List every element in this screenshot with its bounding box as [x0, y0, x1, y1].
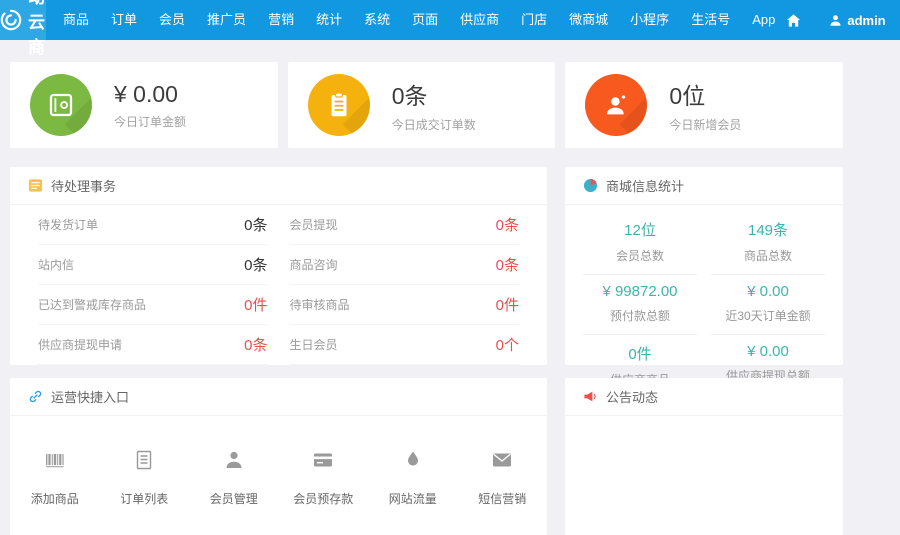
task-row-site-message[interactable]: 站内信 0条: [38, 245, 268, 285]
pending-tasks-header: 待处理事务: [10, 167, 547, 205]
shortcut-member-manage[interactable]: 会员管理: [189, 448, 279, 507]
menu-item-app[interactable]: App: [741, 0, 786, 40]
mall-stats-title: 商城信息统计: [606, 176, 684, 195]
stat-cards-row: ¥ 0.00 今日订单金额 0条 今日成交订单数: [10, 62, 843, 148]
menu-item-goods[interactable]: 商品: [52, 0, 100, 40]
today-deal-orders-value: 0条: [392, 77, 476, 111]
quick-entry-header: 运营快捷入口: [10, 378, 547, 416]
home-icon[interactable]: [786, 13, 801, 28]
pending-tasks-panel: 待处理事务 待发货订单 0条 会员提现 0条 站内信 0条 商品咨询 0条: [10, 167, 547, 365]
shortcut-sms-marketing[interactable]: 短信营销: [458, 448, 548, 507]
note-icon: [28, 178, 43, 193]
menu-item-miniprogram[interactable]: 小程序: [619, 0, 680, 40]
task-value: 0条: [244, 334, 267, 355]
menu-item-marketing[interactable]: 营销: [257, 0, 305, 40]
stat-total-members: 12位 会员总数: [583, 211, 697, 275]
navbar-right: admin: [786, 13, 900, 28]
pending-tasks-title: 待处理事务: [51, 176, 116, 195]
bank-card-icon: [279, 448, 369, 472]
task-row-pending-shipment[interactable]: 待发货订单 0条: [38, 205, 268, 245]
logo[interactable]: 移动云商城: [0, 0, 46, 40]
task-value: 0件: [244, 294, 267, 315]
menu-item-pages[interactable]: 页面: [401, 0, 449, 40]
task-row-birthday-members[interactable]: 生日会员 0个: [290, 325, 520, 365]
menu-item-lifenumber[interactable]: 生活号: [680, 0, 741, 40]
today-order-amount-label: 今日订单金额: [114, 113, 186, 130]
water-drop-icon: [368, 448, 458, 472]
link-icon: [28, 389, 43, 404]
mall-stats-header: 商城信息统计: [565, 167, 843, 205]
main-menu: 商品 订单 会员 推广员 营销 统计 系统 页面 供应商 门店 微商城 小程序 …: [52, 0, 786, 40]
task-row-member-withdraw[interactable]: 会员提现 0条: [290, 205, 520, 245]
task-value: 0条: [244, 254, 267, 275]
menu-item-system[interactable]: 系统: [353, 0, 401, 40]
envelope-icon: [458, 448, 548, 472]
stat-grid: 12位 会员总数 149条 商品总数 ¥ 99872.00 预付款总额 ¥ 0.…: [565, 205, 843, 398]
clipboard-icon: [308, 74, 370, 136]
user-name: admin: [847, 13, 885, 28]
task-value: 0条: [244, 214, 267, 235]
today-deal-orders-label: 今日成交订单数: [392, 116, 476, 133]
notice-header: 公告动态: [565, 378, 843, 416]
megaphone-icon: [583, 389, 598, 404]
menu-item-promoter[interactable]: 推广员: [196, 0, 257, 40]
card-today-new-members: 0位 今日新增会员: [565, 62, 843, 148]
task-value: 0件: [496, 294, 519, 315]
card-today-order-amount: ¥ 0.00 今日订单金额: [10, 62, 278, 148]
shortcut-order-list[interactable]: 订单列表: [100, 448, 190, 507]
task-value: 0条: [496, 254, 519, 275]
today-new-members-label: 今日新增会员: [669, 116, 741, 133]
menu-item-members[interactable]: 会员: [148, 0, 196, 40]
task-row-supplier-withdraw[interactable]: 供应商提现申请 0条: [38, 325, 268, 365]
barcode-icon: [10, 448, 100, 472]
pie-chart-icon: [583, 178, 598, 193]
user-plus-icon: [585, 74, 647, 136]
menu-item-store[interactable]: 门店: [510, 0, 558, 40]
task-grid: 待发货订单 0条 会员提现 0条 站内信 0条 商品咨询 0条 已达到警戒库存商…: [10, 205, 547, 365]
shortcut-site-traffic[interactable]: 网站流量: [368, 448, 458, 507]
safe-icon: [30, 74, 92, 136]
top-navbar: 移动云商城 商品 订单 会员 推广员 营销 统计 系统 页面 供应商 门店 微商…: [0, 0, 900, 40]
notice-panel: 公告动态: [565, 378, 843, 535]
task-value: 0个: [496, 334, 519, 355]
quick-entry-title: 运营快捷入口: [51, 387, 129, 406]
task-value: 0条: [496, 214, 519, 235]
menu-item-statistics[interactable]: 统计: [305, 0, 353, 40]
dashboard: ¥ 0.00 今日订单金额 0条 今日成交订单数: [10, 62, 843, 535]
today-new-members-value: 0位: [669, 77, 741, 111]
menu-item-micromall[interactable]: 微商城: [558, 0, 619, 40]
task-row-goods-review[interactable]: 待审核商品 0件: [290, 285, 520, 325]
task-row-goods-consult[interactable]: 商品咨询 0条: [290, 245, 520, 285]
menu-item-orders[interactable]: 订单: [100, 0, 148, 40]
shortcut-member-deposit[interactable]: 会员预存款: [279, 448, 369, 507]
today-order-amount-value: ¥ 0.00: [114, 81, 186, 108]
stat-prepaid-total: ¥ 99872.00 预付款总额: [583, 275, 697, 335]
stat-30d-order-amount: ¥ 0.00 近30天订单金额: [711, 275, 825, 335]
menu-item-supplier[interactable]: 供应商: [449, 0, 510, 40]
mall-stats-panel: 商城信息统计 12位 会员总数 149条 商品总数 ¥ 99872.00 预付款…: [565, 167, 843, 365]
user-menu[interactable]: admin: [829, 13, 885, 28]
stat-total-goods: 149条 商品总数: [711, 211, 825, 275]
user-icon: [829, 14, 842, 27]
shortcut-row: 添加商品 订单列表: [10, 416, 547, 507]
quick-entry-panel: 运营快捷入口 添加商品: [10, 378, 547, 535]
card-today-deal-orders: 0条 今日成交订单数: [288, 62, 556, 148]
shortcut-add-goods[interactable]: 添加商品: [10, 448, 100, 507]
order-list-icon: [100, 448, 190, 472]
member-icon: [189, 448, 279, 472]
task-row-low-stock[interactable]: 已达到警戒库存商品 0件: [38, 285, 268, 325]
swirl-logo-icon: [0, 9, 22, 31]
notice-title: 公告动态: [606, 387, 658, 406]
